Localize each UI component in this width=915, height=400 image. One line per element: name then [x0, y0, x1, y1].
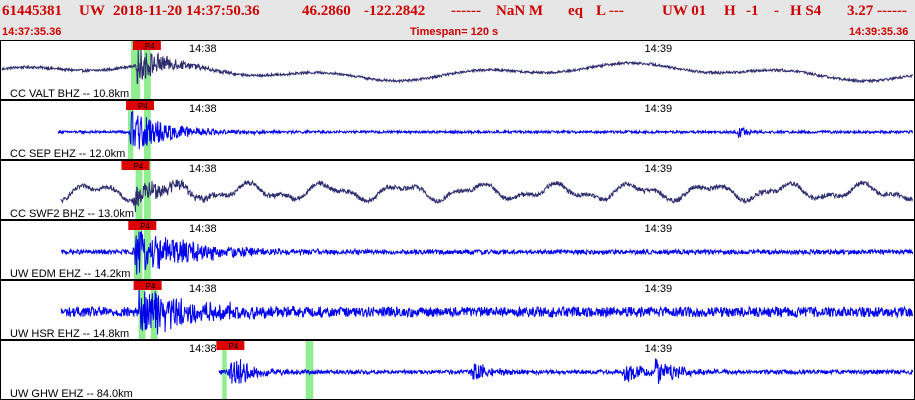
event-dash: -	[774, 3, 779, 19]
time-tick-label: 14:38	[189, 43, 217, 55]
geo-type: L ---	[596, 3, 624, 19]
event-extra: 3.27 ------	[847, 3, 907, 19]
event-subsource: H S4	[790, 3, 822, 19]
waveform-trace	[60, 231, 914, 275]
event-header: 61445381 UW 2018-11-20 14:37:50.36 46.28…	[0, 0, 915, 40]
event-status: -1	[746, 3, 759, 19]
event-lon: -122.2842	[364, 3, 426, 19]
time-tick-label: 14:38	[189, 163, 217, 175]
time-tick-label: 14:38	[189, 103, 217, 115]
time-tick-label: 14:39	[645, 43, 673, 55]
event-magnitude: NaN M	[496, 3, 544, 19]
pick-label: P4	[133, 162, 143, 171]
station-label: UW HSR EHZ -- 14.8km	[10, 328, 129, 340]
pick-label: P4	[228, 342, 238, 351]
station-label: CC VALT BHZ -- 10.8km	[10, 88, 129, 100]
event-network: UW	[79, 3, 105, 19]
event-lat: 46.2860	[302, 3, 351, 19]
time-tick-label: 14:38	[189, 343, 217, 355]
event-source: UW 01	[662, 3, 707, 19]
pick-label: P4	[138, 102, 148, 111]
seismogram-panel: 14:38 14:39 P4 CC VALT BHZ -- 10.8km 14:38 14…	[0, 40, 915, 400]
time-tick-label: 14:39	[645, 163, 673, 175]
time-tick-label: 14:38	[189, 283, 217, 295]
time-tick-label: 14:39	[645, 343, 673, 355]
timespan-label: Timespan= 120 s	[410, 26, 499, 38]
pick-label: P4	[140, 222, 150, 231]
waveform-trace	[60, 178, 914, 213]
station-label: UW GHW EHZ -- 84.0km	[10, 388, 133, 400]
time-tick-label: 14:39	[645, 283, 673, 295]
event-id: 61445381	[2, 3, 62, 19]
event-quality: H	[724, 3, 736, 19]
event-type: eq	[568, 3, 583, 19]
pick-label: P4	[145, 42, 155, 51]
station-label: CC SEP EHZ -- 12.0km	[10, 148, 125, 160]
origin-time: 2018-11-20 14:37:50.36	[113, 3, 260, 19]
pick-label: P4	[146, 282, 156, 291]
station-label: CC SWF2 BHZ -- 13.0km	[10, 208, 134, 220]
trace-panel-border	[0, 340, 915, 400]
pick-window-band	[305, 341, 314, 399]
window-start-time: 14:37:35.36	[2, 26, 62, 38]
time-tick-label: 14:39	[645, 103, 673, 115]
window-end-time: 14:39:35.36	[849, 26, 909, 38]
time-tick-label: 14:39	[645, 223, 673, 235]
waveform-trace	[218, 358, 914, 385]
event-depth: ------	[451, 3, 481, 19]
waveform-trace	[57, 110, 914, 150]
station-label: UW EDM EHZ -- 14.2km	[10, 268, 130, 280]
time-tick-label: 14:38	[189, 223, 217, 235]
